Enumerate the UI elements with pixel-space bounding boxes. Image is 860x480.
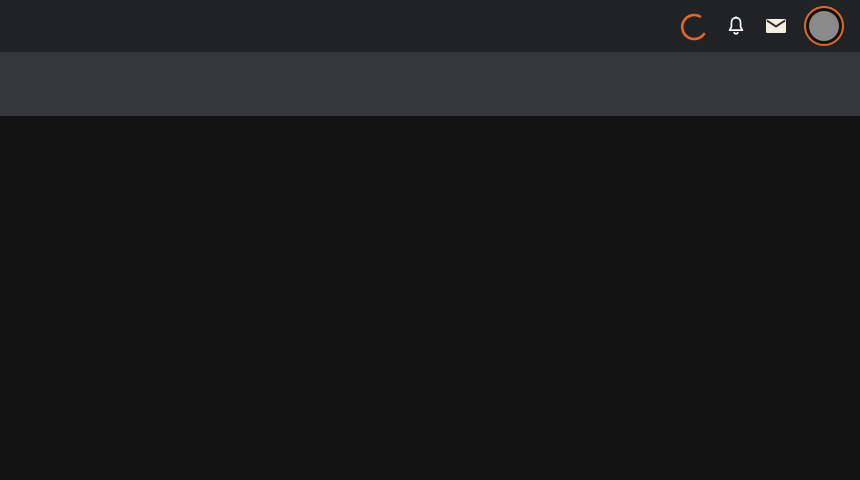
top-bar [0, 0, 860, 52]
app-window [0, 0, 860, 480]
toolbar [0, 52, 860, 170]
mail-icon[interactable] [762, 12, 790, 40]
avatar-image [809, 11, 839, 41]
loading-spinner-icon [676, 9, 710, 43]
main-content-area [0, 116, 860, 480]
avatar[interactable] [804, 6, 844, 46]
bell-icon[interactable] [722, 12, 750, 40]
